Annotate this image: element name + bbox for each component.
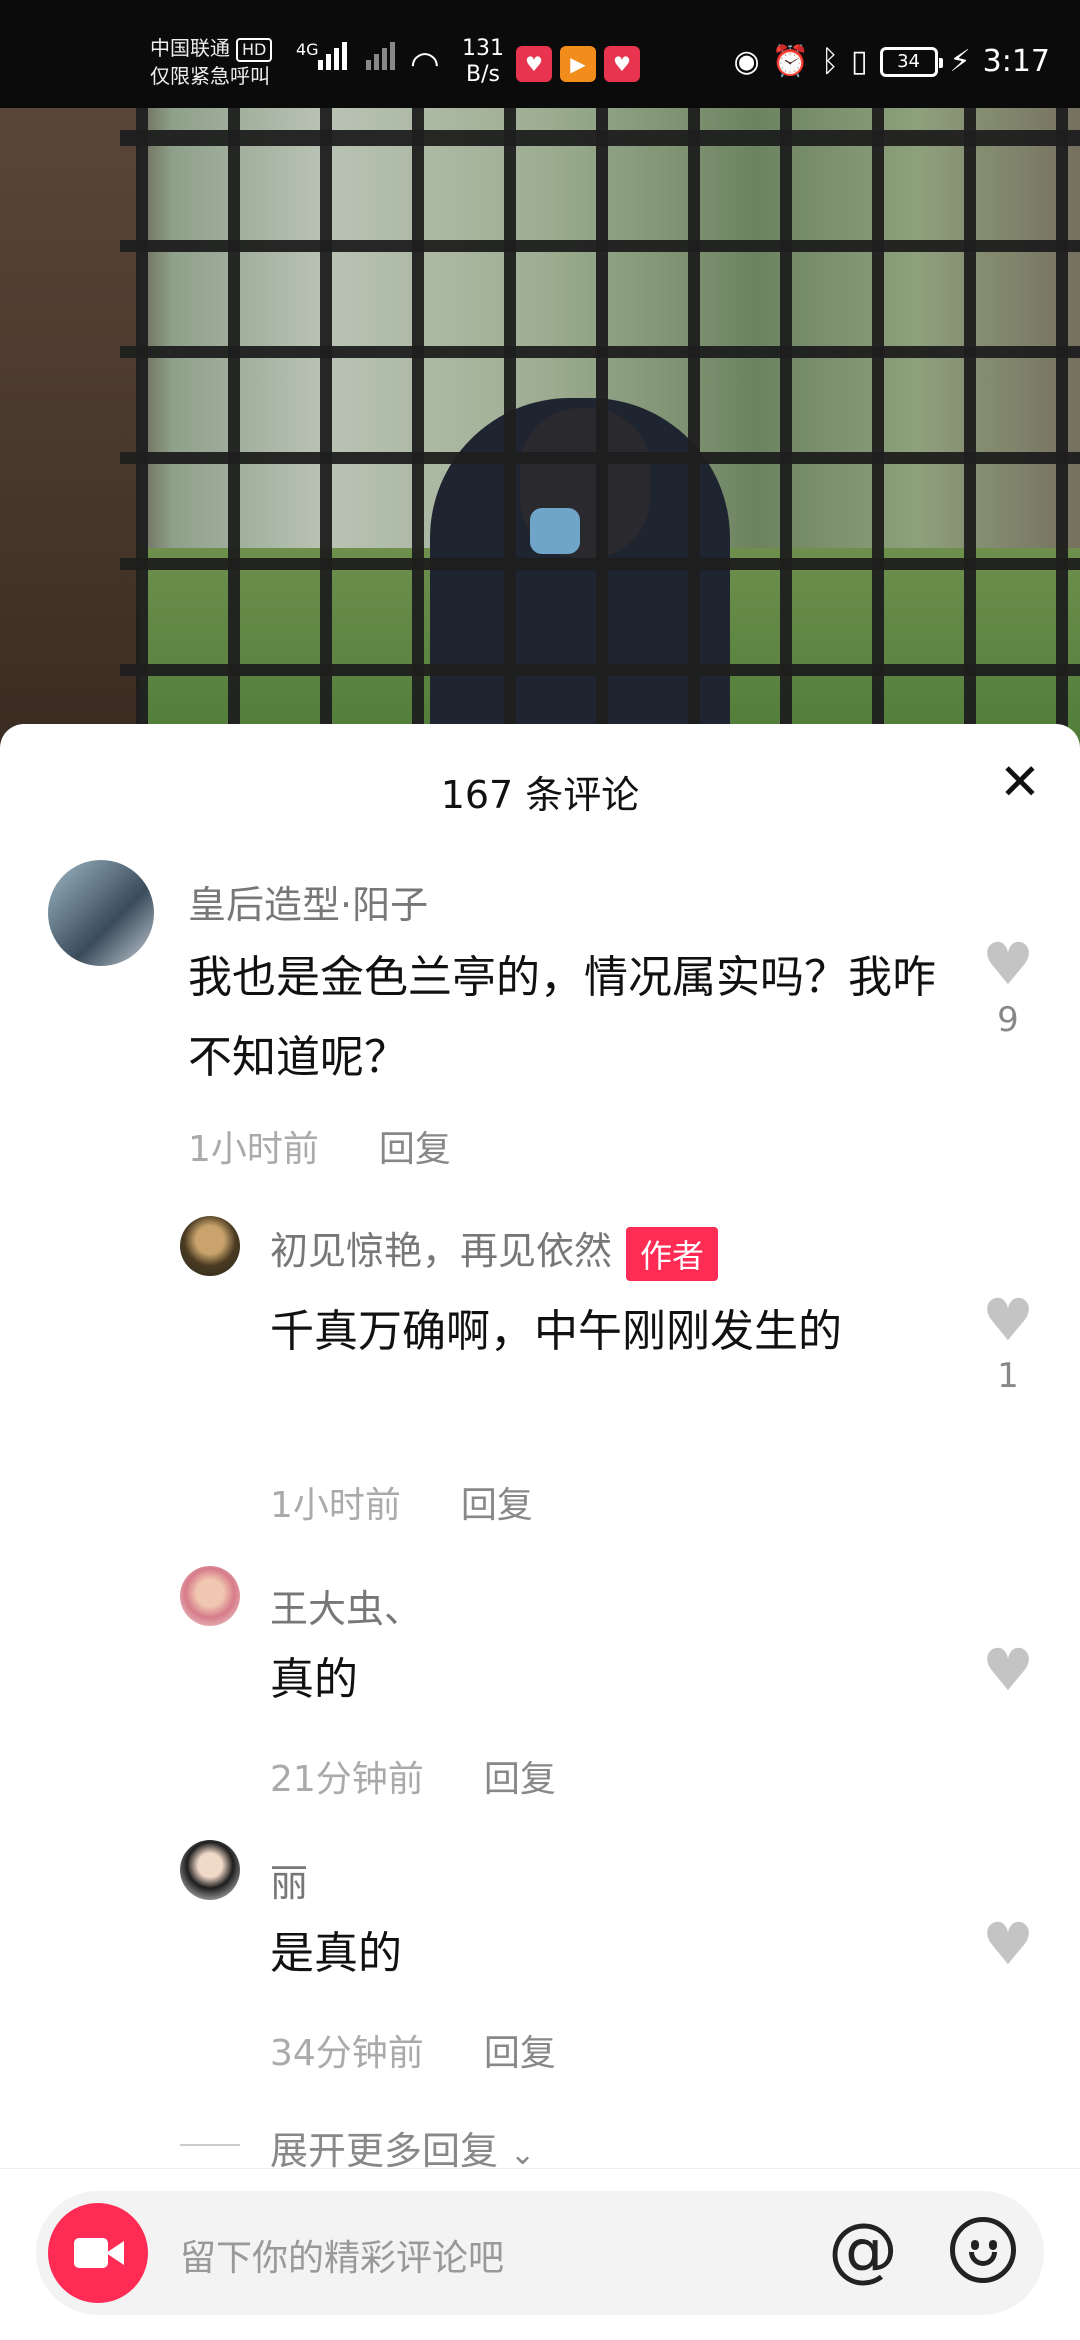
- comment-meta: 1小时前 回复: [188, 1120, 451, 1172]
- like-button[interactable]: ♥ 1: [978, 1290, 1038, 1396]
- author-badge: 作者: [626, 1226, 719, 1281]
- wifi-icon: ◠: [410, 44, 440, 84]
- mention-button[interactable]: @: [828, 2209, 898, 2289]
- comment-placeholder[interactable]: 留下你的精彩评论吧: [180, 2229, 504, 2281]
- emoji-mouth: [969, 2252, 997, 2266]
- window-grille: [120, 108, 1080, 748]
- comment-text[interactable]: 真的: [270, 1640, 960, 1720]
- speed-value: 131: [462, 36, 504, 61]
- comment-input-bar: 留下你的精彩评论吧 @: [0, 2168, 1080, 2340]
- reply-username[interactable]: 初见惊艳，再见依然 作者: [270, 1220, 719, 1281]
- comment-text[interactable]: 是真的: [270, 1914, 960, 1994]
- heart-icon: ♥: [982, 1636, 1034, 1704]
- status-icons-right: ◉ ⏰ ᛒ ▯ 34 ⚡ 3:17: [733, 44, 1050, 79]
- comments-count-title: 167 条评论: [440, 773, 640, 817]
- emoji-eye: [971, 2240, 979, 2250]
- reply-button[interactable]: 回复: [461, 1485, 533, 1526]
- comment-text[interactable]: 我也是金色兰亭的，情况属实吗？我咋不知道呢？: [188, 938, 948, 1098]
- status-bar: 中国联通 HD 仅限紧急呼叫 4G ◠ 131 B/s ♥ ▶ ♥ ◉ ⏰ ᛒ ▯…: [0, 0, 1080, 108]
- reply-button[interactable]: 回复: [484, 2033, 556, 2074]
- emoji-eye: [989, 2240, 997, 2250]
- reply-username[interactable]: 丽: [270, 1852, 308, 1907]
- network-type: 4G: [296, 40, 319, 59]
- carrier-info: 中国联通 HD 仅限紧急呼叫: [150, 34, 273, 90]
- reply-button[interactable]: 回复: [484, 1759, 556, 1800]
- eye-icon: ◉: [733, 44, 760, 79]
- video-app-icon: ▶: [560, 46, 596, 82]
- comment-time: 21分钟前: [270, 1759, 424, 1800]
- comment-meta: 34分钟前 回复: [270, 2024, 556, 2076]
- camera-button[interactable]: [48, 2203, 148, 2303]
- hd-badge: HD: [236, 38, 273, 62]
- chevron-down-icon: ⌄: [510, 2137, 536, 2172]
- heart-icon: ♥: [982, 1910, 1034, 1978]
- close-icon[interactable]: ✕: [990, 752, 1050, 812]
- network-speed: 131 B/s: [462, 36, 504, 88]
- speed-unit: B/s: [466, 62, 500, 87]
- carrier-name: 中国联通: [150, 36, 230, 60]
- heart-icon: ♥: [982, 1286, 1034, 1354]
- alarm-icon: ⏰: [771, 44, 810, 79]
- like-button[interactable]: ♥ 9: [978, 934, 1038, 1040]
- emergency-only-text: 仅限紧急呼叫: [150, 64, 270, 88]
- like-count: 1: [997, 1356, 1019, 1396]
- reply-button[interactable]: 回复: [379, 1129, 451, 1170]
- video-wall: [0, 108, 140, 748]
- avatar[interactable]: [180, 1566, 240, 1626]
- like-button[interactable]: ♥: [978, 1914, 1038, 1974]
- vibrate-icon: ▯: [851, 44, 868, 79]
- expand-more-label: 展开更多回复: [270, 2129, 499, 2173]
- clock-time: 3:17: [982, 44, 1050, 79]
- camera-lens-shape: [106, 2241, 124, 2265]
- app-badge-icon-2: ♥: [604, 46, 640, 82]
- comment-text[interactable]: 千真万确啊，中午刚刚发生的: [270, 1292, 960, 1372]
- avatar[interactable]: [180, 1216, 240, 1276]
- comment-username[interactable]: 皇后造型·阳子: [188, 874, 428, 929]
- expand-more-replies[interactable]: 展开更多回复 ⌄: [270, 2120, 535, 2175]
- like-button[interactable]: ♥: [978, 1640, 1038, 1700]
- bluetooth-icon: ᛒ: [821, 44, 840, 79]
- camera-icon: [74, 2238, 108, 2268]
- avatar[interactable]: [48, 860, 154, 966]
- comment-time: 1小时前: [188, 1129, 319, 1170]
- app-badge-icon: ♥: [516, 46, 552, 82]
- expand-divider: [180, 2144, 240, 2146]
- emoji-icon[interactable]: [950, 2217, 1016, 2283]
- comment-time: 34分钟前: [270, 2033, 424, 2074]
- reply-username-text: 初见惊艳，再见依然: [270, 1229, 613, 1273]
- signal-icon-secondary: [366, 42, 395, 70]
- battery-icon: 34: [879, 46, 943, 77]
- video-player[interactable]: [0, 108, 1080, 748]
- charging-icon: ⚡: [949, 44, 971, 79]
- like-count: 9: [997, 1000, 1019, 1040]
- comment-meta: 1小时前 回复: [270, 1476, 533, 1528]
- comment-meta: 21分钟前 回复: [270, 1750, 556, 1802]
- comments-sheet: 167 条评论 ✕ 皇后造型·阳子 我也是金色兰亭的，情况属实吗？我咋不知道呢？…: [0, 724, 1080, 2340]
- reply-username[interactable]: 王大虫、: [270, 1578, 422, 1633]
- heart-icon: ♥: [982, 930, 1034, 998]
- comment-time: 1小时前: [270, 1485, 401, 1526]
- signal-icon: [318, 42, 347, 70]
- avatar[interactable]: [180, 1840, 240, 1900]
